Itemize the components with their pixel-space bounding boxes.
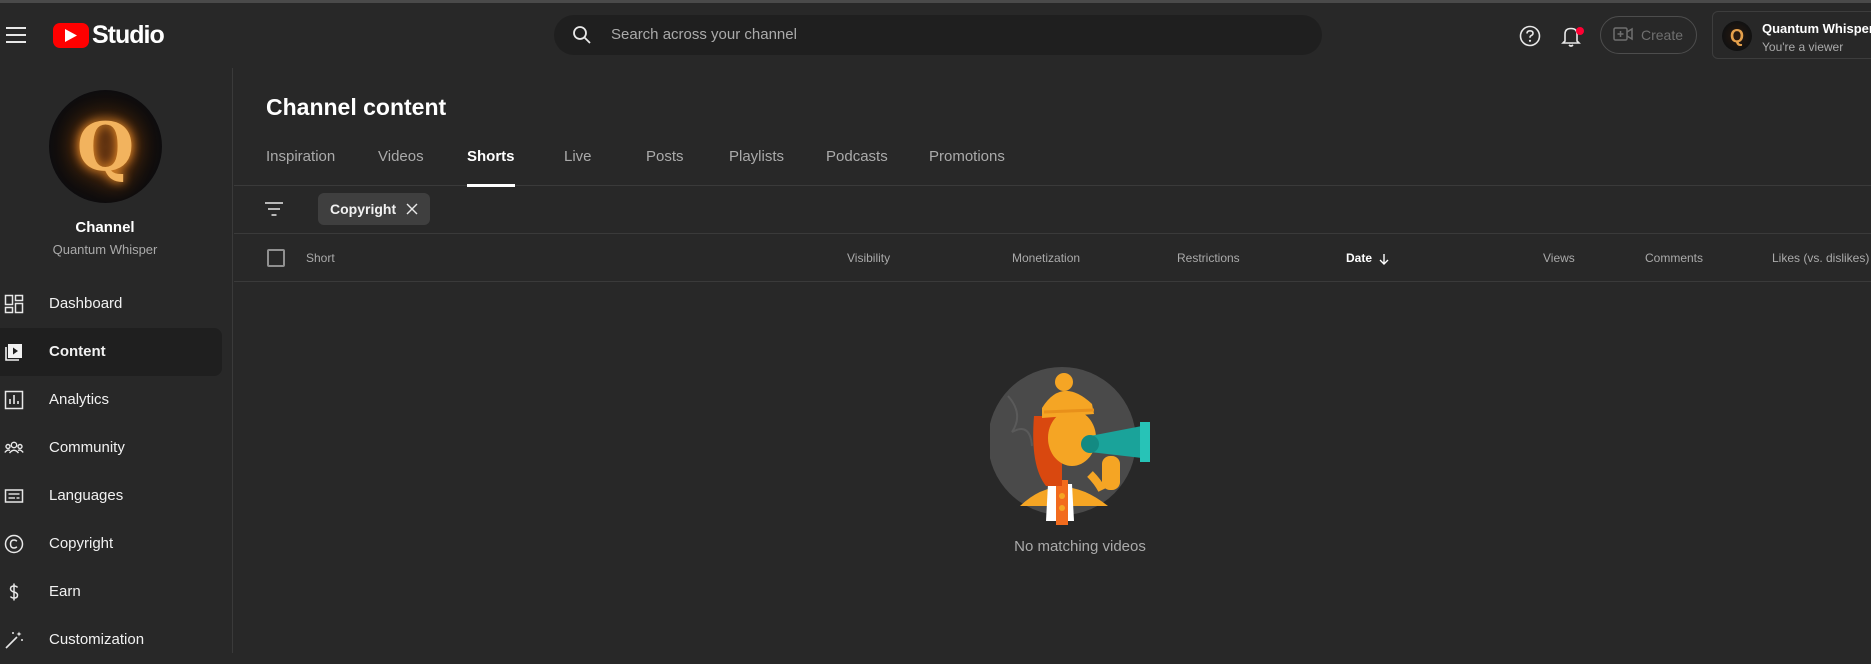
sidebar-item-label: Copyright	[49, 535, 114, 552]
main-content: Channel content Inspiration Videos Short…	[234, 68, 1871, 653]
tab-inspiration[interactable]: Inspiration	[266, 148, 335, 186]
sidebar-item-label: Analytics	[49, 391, 110, 408]
sidebar-item-languages[interactable]: Languages	[0, 472, 222, 520]
sidebar-item-analytics[interactable]: Analytics	[0, 376, 222, 424]
sidebar-item-label: Community	[49, 439, 125, 456]
sidebar-item-content[interactable]: Content	[0, 328, 222, 376]
filter-chip-label: Copyright	[330, 201, 397, 217]
tab-playlists[interactable]: Playlists	[729, 148, 784, 186]
select-all-checkbox[interactable]	[267, 249, 285, 267]
column-likes[interactable]: Likes (vs. dislikes)	[1772, 251, 1869, 265]
sidebar-item-community[interactable]: Community	[0, 424, 222, 472]
close-icon[interactable]	[406, 203, 418, 215]
search-bar[interactable]: Search across your channel	[554, 15, 1322, 55]
account-avatar: Q	[1722, 21, 1752, 51]
filter-icon[interactable]	[264, 201, 284, 222]
account-name: Quantum Whisper	[1762, 21, 1871, 36]
page-title: Channel content	[266, 94, 447, 120]
dollar-icon	[4, 582, 24, 602]
magic-wand-icon	[4, 630, 24, 650]
column-views[interactable]: Views	[1543, 251, 1575, 265]
column-visibility[interactable]: Visibility	[847, 251, 890, 265]
explorer-binoculars-illustration	[988, 367, 1150, 525]
sidebar-item-copyright[interactable]: Copyright	[0, 520, 222, 568]
column-short[interactable]: Short	[306, 251, 335, 265]
sidebar-item-earn[interactable]: Earn	[0, 568, 222, 616]
column-date[interactable]: Date	[1346, 251, 1390, 265]
channel-avatar-letter: Q	[76, 107, 135, 186]
sidebar-item-label: Earn	[49, 583, 81, 600]
account-switcher[interactable]: Q Quantum Whisper You're a viewer	[1712, 11, 1871, 59]
studio-logo[interactable]: Studio	[53, 21, 165, 50]
video-plus-icon	[1613, 26, 1633, 45]
tab-promotions[interactable]: Promotions	[929, 148, 1005, 186]
dashboard-icon	[4, 294, 24, 314]
column-date-label: Date	[1346, 251, 1373, 265]
analytics-icon	[4, 390, 24, 410]
filter-bar: Copyright	[234, 186, 1871, 234]
search-input[interactable]: Search across your channel	[611, 26, 797, 43]
content-tabs: Inspiration Videos Shorts Live Posts Pla…	[234, 148, 1871, 187]
column-comments[interactable]: Comments	[1645, 251, 1703, 265]
column-monetization[interactable]: Monetization	[1012, 251, 1080, 265]
empty-state-message: No matching videos	[1014, 538, 1146, 555]
channel-avatar[interactable]: Q	[49, 90, 162, 203]
tab-podcasts[interactable]: Podcasts	[826, 148, 888, 186]
sidebar-item-label: Customization	[49, 631, 145, 648]
copyright-icon	[4, 534, 24, 554]
arrow-down-icon	[1379, 253, 1389, 265]
column-restrictions[interactable]: Restrictions	[1177, 251, 1240, 265]
sidebar-nav: Dashboard Content Analytics Community La…	[0, 280, 222, 664]
languages-icon	[4, 486, 24, 506]
menu-icon[interactable]	[6, 27, 26, 43]
community-icon	[4, 438, 24, 458]
content-icon	[4, 342, 24, 362]
help-icon[interactable]	[1519, 25, 1541, 52]
search-icon[interactable]	[572, 25, 592, 50]
account-role: You're a viewer	[1762, 40, 1844, 54]
channel-name: Quantum Whisper	[52, 242, 158, 257]
tab-live[interactable]: Live	[564, 148, 592, 186]
sidebar-item-dashboard[interactable]: Dashboard	[0, 280, 222, 328]
sidebar-item-label: Dashboard	[49, 295, 123, 312]
create-button[interactable]: Create	[1600, 16, 1697, 54]
sidebar-item-customization[interactable]: Customization	[0, 616, 222, 664]
filter-chip-copyright[interactable]: Copyright	[318, 193, 431, 225]
tab-shorts[interactable]: Shorts	[467, 148, 515, 187]
logo-text: Studio	[92, 21, 165, 49]
create-label: Create	[1641, 27, 1684, 43]
notification-badge	[1576, 27, 1584, 35]
tab-posts[interactable]: Posts	[646, 148, 684, 186]
sidebar: Q Channel Quantum Whisper Dashboard Cont…	[0, 68, 233, 653]
sidebar-item-label: Content	[49, 343, 106, 360]
empty-state: No matching videos	[988, 356, 1170, 555]
youtube-play-icon	[53, 23, 89, 48]
table-header: Short Visibility Monetization Restrictio…	[234, 234, 1871, 282]
tab-videos[interactable]: Videos	[378, 148, 424, 186]
top-bar: Studio Search across your channel Create…	[0, 3, 1871, 68]
channel-title: Channel	[75, 219, 135, 236]
sidebar-item-label: Languages	[49, 487, 124, 504]
